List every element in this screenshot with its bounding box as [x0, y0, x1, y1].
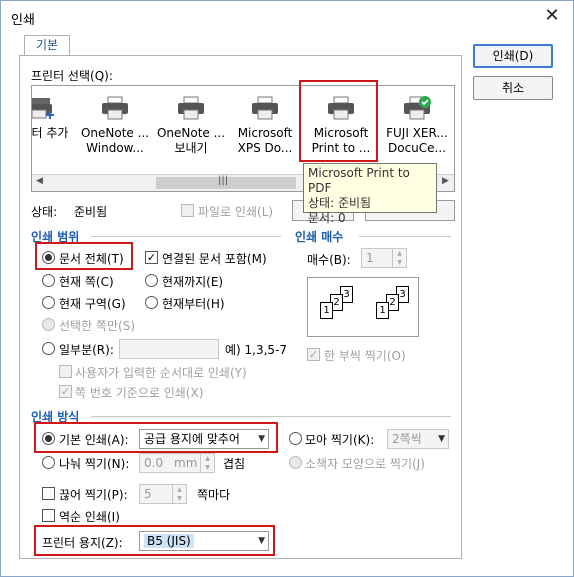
overlap-label: 겹침: [223, 457, 246, 471]
scroll-thumb[interactable]: |||: [156, 175, 296, 189]
highlight-paper: [34, 525, 275, 556]
selected-pages-radio[interactable]: [42, 318, 55, 331]
copies-group-line: [359, 236, 451, 237]
selected-pages-label: 선택한 쪽만(S): [59, 319, 135, 333]
split-print-label: 나눠 찍기(N):: [59, 457, 130, 471]
cancel-button[interactable]: 취소: [473, 76, 553, 100]
page-number-based-checkbox[interactable]: ✓: [59, 385, 72, 398]
range-group-line: [91, 236, 281, 237]
from-current-radio[interactable]: [145, 296, 158, 309]
highlight-all-doc: [35, 242, 133, 270]
some-pages-radio[interactable]: [42, 342, 55, 355]
booklet-radio[interactable]: [289, 456, 302, 469]
collate-label: 한 부씩 찍기(O): [324, 349, 406, 363]
gather-print-select[interactable]: 2쪽씩 ▼: [387, 429, 449, 449]
printer-name-line1: OneNote ...: [156, 126, 226, 140]
printer-name-line2: Window...: [86, 141, 144, 155]
printer-select-label: 프린터 선택(Q):: [31, 69, 113, 83]
printer-name-line1: Microsoft: [237, 126, 293, 140]
highlight-print-to-pdf: [299, 80, 378, 162]
printer-icon: [178, 96, 204, 120]
split-print-radio[interactable]: [42, 456, 55, 469]
printer-item-fuji-xerox[interactable]: FUJI XER... DocuCe...: [380, 88, 454, 160]
reverse-print-checkbox[interactable]: [42, 509, 55, 522]
current-section-radio[interactable]: [42, 296, 55, 309]
current-page-label: 현재 쪽(C): [59, 275, 114, 289]
method-group-line: [91, 416, 451, 417]
to-current-radio[interactable]: [145, 274, 158, 287]
some-pages-input[interactable]: [119, 339, 219, 359]
close-icon[interactable]: ✕: [541, 5, 563, 27]
page-number-based-label: 쪽 번호 기준으로 인쇄(X): [75, 386, 204, 400]
print-to-file-label: 파일로 인쇄(L): [198, 205, 274, 219]
collate-preview: 3 2 1 3 2 1: [307, 277, 419, 337]
title-bar: 인쇄 ✕: [1, 1, 573, 31]
booklet-label: 소책자 모양으로 찍기(J): [305, 457, 425, 471]
printer-item-onenote-windows[interactable]: OneNote ... Window...: [78, 88, 152, 160]
printer-item-xps[interactable]: Microsoft XPS Do...: [228, 88, 302, 160]
reverse-print-label: 역순 인쇄(I): [59, 510, 120, 524]
cut-value-spinner[interactable]: 5 ▲ ▼: [139, 484, 187, 504]
gather-print-radio[interactable]: [289, 432, 302, 445]
user-order-label: 사용자가 입력한 순서대로 인쇄(Y): [75, 366, 247, 380]
spinner-arrows-icon[interactable]: ▲ ▼: [172, 485, 186, 503]
status-value: 준비됨: [74, 205, 108, 219]
dialog-title: 인쇄: [11, 13, 35, 28]
default-printer-icon: [404, 96, 431, 120]
printer-name-line1: OneNote ...: [80, 126, 150, 140]
cut-print-checkbox[interactable]: [42, 487, 55, 500]
current-page-radio[interactable]: [42, 274, 55, 287]
printer-icon: [252, 96, 278, 120]
printer-name-line2: 보내기: [174, 141, 208, 155]
printer-item-onenote-send[interactable]: OneNote ... 보내기: [154, 88, 228, 160]
copies-count-spinner[interactable]: 1 ▲ ▼: [361, 248, 407, 268]
user-order-checkbox[interactable]: [59, 365, 72, 378]
print-to-file-checkbox[interactable]: [181, 204, 194, 217]
copies-count-label: 매수(B):: [307, 253, 351, 267]
printer-icon: [102, 96, 128, 120]
gather-print-label: 모아 찍기(K):: [305, 433, 375, 447]
printer-name-line1: 터 추가: [31, 126, 69, 140]
tab-basic[interactable]: 기본: [24, 35, 70, 56]
add-printer-icon: [32, 98, 54, 119]
some-pages-label: 일부분(R):: [59, 343, 114, 357]
printer-tooltip: Microsoft Print to PDF 상태: 준비됨 문서: 0: [303, 163, 437, 225]
cut-print-label: 끊어 찍기(P):: [59, 488, 128, 502]
per-page-label: 쪽마다: [197, 488, 231, 502]
scroll-left-icon[interactable]: ◀: [36, 176, 43, 186]
printer-name-line2: XPS Do...: [237, 141, 293, 155]
some-pages-example: 예) 1,3,5-7: [225, 343, 288, 357]
highlight-basic-print: [34, 422, 278, 453]
copies-group-title: 인쇄 매수: [295, 230, 344, 244]
split-value-spinner[interactable]: 0.0 mm ▲ ▼: [139, 453, 215, 473]
chevron-down-icon: ▼: [438, 434, 445, 444]
include-linked-checkbox[interactable]: ✓: [145, 251, 158, 264]
to-current-label: 현재까지(E): [162, 275, 224, 289]
current-section-label: 현재 구역(G): [59, 297, 126, 311]
from-current-label: 현재부터(H): [162, 297, 225, 311]
collate-checkbox[interactable]: ✓: [307, 348, 320, 361]
print-button[interactable]: 인쇄(D): [473, 44, 553, 68]
printer-name-line1: FUJI XER...: [386, 126, 448, 140]
spinner-arrows-icon[interactable]: ▲ ▼: [392, 249, 406, 267]
status-label: 상태:: [31, 205, 58, 219]
printer-name-line2: DocuCe...: [388, 141, 446, 155]
printer-item-add[interactable]: 터 추가: [31, 88, 76, 160]
include-linked-label: 연결된 문서 포함(M): [162, 252, 267, 266]
spinner-arrows-icon[interactable]: ▲ ▼: [200, 454, 214, 472]
print-dialog: 인쇄 ✕ 기본 인쇄(D) 취소 프린터 선택(Q): 터 추가 OneNote…: [0, 0, 574, 577]
scroll-right-icon[interactable]: ▶: [442, 176, 449, 186]
